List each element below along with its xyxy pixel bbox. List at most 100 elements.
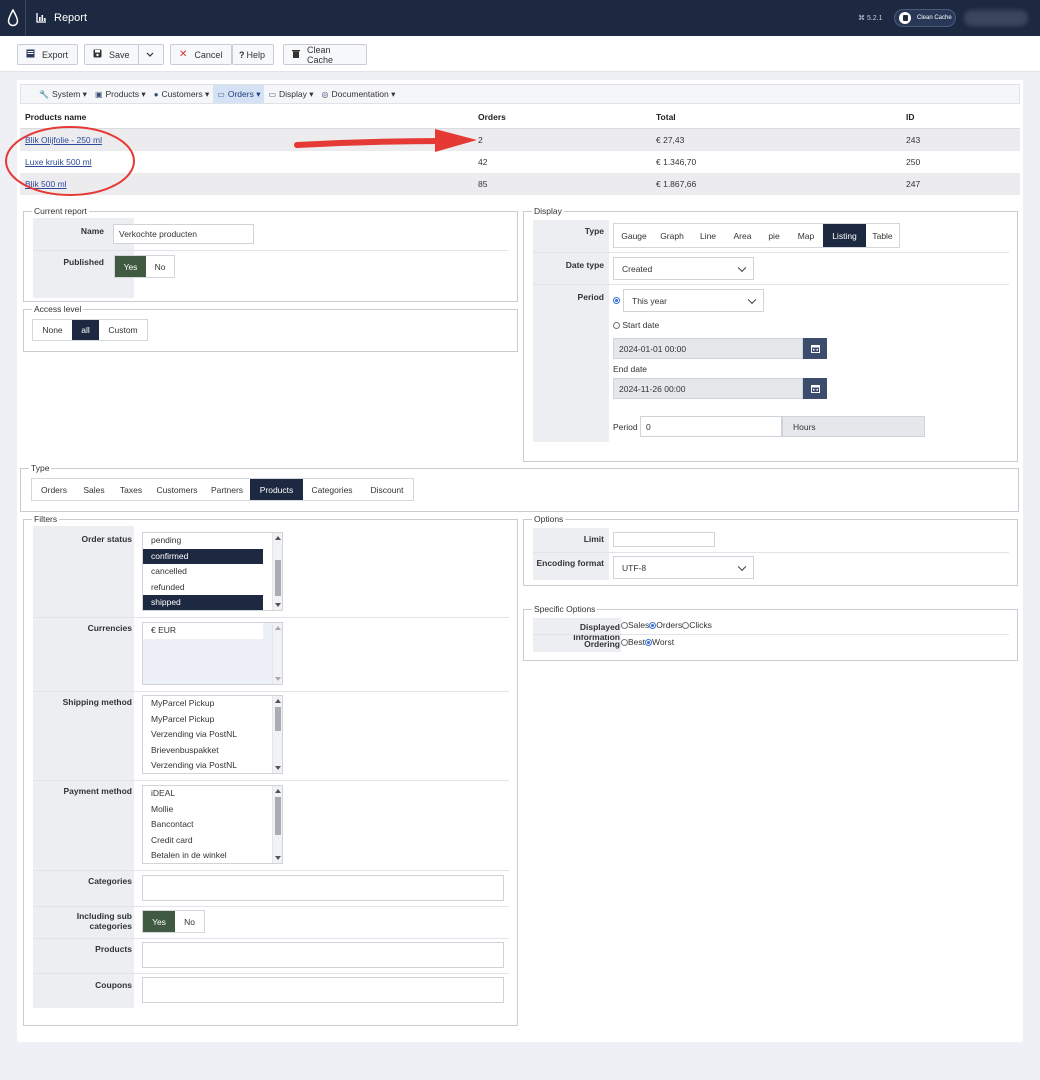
- subcat-no[interactable]: No: [175, 911, 204, 932]
- menu-customers[interactable]: ● Customers ▾: [150, 85, 214, 103]
- coupons-input[interactable]: [142, 977, 504, 1003]
- end-date-input[interactable]: 2024-11-26 00:00: [613, 378, 803, 399]
- save-dropdown-chevron-icon[interactable]: [137, 45, 162, 64]
- list-item[interactable]: cancelled: [143, 564, 263, 580]
- access-custom[interactable]: Custom: [99, 320, 147, 340]
- display-type-listing[interactable]: Listing: [823, 224, 866, 247]
- monitor-icon: ▭: [268, 89, 277, 99]
- products-input[interactable]: [142, 942, 504, 968]
- menu-products[interactable]: ▣ Products ▾: [91, 85, 150, 103]
- limit-input[interactable]: [613, 532, 715, 547]
- toolbar: Export Save ✕ Cancel ? Help Clean Cache: [0, 36, 1040, 72]
- list-item[interactable]: shipped: [143, 595, 263, 610]
- currencies-list[interactable]: € EUR: [142, 622, 283, 685]
- type-categories[interactable]: Categories: [303, 479, 361, 500]
- period-value-input[interactable]: 0: [640, 416, 782, 437]
- list-item[interactable]: Betalen in de winkel: [143, 848, 263, 863]
- report-name-input[interactable]: Verkochte producten: [113, 224, 254, 244]
- list-item[interactable]: Verzending via PostNL: [143, 727, 263, 743]
- scrollbar[interactable]: [272, 786, 282, 863]
- help-button[interactable]: ? Help: [232, 44, 274, 65]
- clean-cache-button[interactable]: Clean Cache: [283, 44, 367, 65]
- list-item[interactable]: MyParcel Pickup: [143, 712, 263, 728]
- encoding-select[interactable]: UTF-8: [613, 556, 754, 579]
- menu-documentation[interactable]: ◎ Documentation ▾: [318, 85, 400, 103]
- type-partners[interactable]: Partners: [204, 479, 250, 500]
- access-all[interactable]: all: [72, 320, 99, 340]
- end-date-calendar-button[interactable]: [803, 378, 827, 399]
- product-link[interactable]: Blik 500 ml: [25, 179, 67, 189]
- chevron-down-icon: [747, 295, 757, 304]
- question-icon: ?: [239, 49, 245, 60]
- include-subcategories-toggle: Yes No: [142, 910, 205, 933]
- cancel-button[interactable]: ✕ Cancel: [170, 44, 232, 65]
- list-item[interactable]: Credit card: [143, 833, 263, 849]
- list-item[interactable]: € EUR: [143, 623, 263, 639]
- report-panel: 🔧 System ▾ ▣ Products ▾ ● Customers ▾ ▭ Orde…: [5, 80, 1023, 1042]
- display-type-map[interactable]: Map: [789, 224, 823, 247]
- type-orders[interactable]: Orders: [32, 479, 76, 500]
- displayed-information-radios: Sales Orders Clicks: [621, 620, 712, 630]
- display-type-graph[interactable]: Graph: [654, 224, 690, 247]
- menu-orders[interactable]: ▭ Orders ▾: [213, 85, 265, 103]
- display-type-pie[interactable]: pie: [759, 224, 789, 247]
- ordering-worst-radio[interactable]: [645, 639, 653, 647]
- type-taxes[interactable]: Taxes: [112, 479, 150, 500]
- type-products[interactable]: Products: [250, 479, 303, 500]
- end-date-label: End date: [613, 364, 648, 374]
- displayed-sales-radio[interactable]: [621, 622, 628, 630]
- access-none[interactable]: None: [33, 320, 72, 340]
- display-type-table[interactable]: Table: [866, 224, 899, 247]
- date-type-select[interactable]: Created: [613, 257, 754, 280]
- period-radio[interactable]: [613, 295, 620, 305]
- scrollbar[interactable]: [272, 533, 282, 610]
- start-date-calendar-button[interactable]: [803, 338, 827, 359]
- type-customers[interactable]: Customers: [150, 479, 204, 500]
- top-bar: Report ⌘ 5.2.1 Clean Cache: [0, 0, 1040, 36]
- menu-system[interactable]: 🔧 System ▾: [35, 85, 91, 103]
- export-button[interactable]: Export: [17, 44, 78, 65]
- start-date-radio[interactable]: Start date: [613, 320, 659, 330]
- payment-method-list[interactable]: iDEAL Mollie Bancontact Credit card Beta…: [142, 785, 283, 864]
- list-item[interactable]: Mollie: [143, 802, 263, 818]
- list-item[interactable]: Verzending via PostNL: [143, 758, 263, 773]
- product-link[interactable]: Blik Olijfolie - 250 ml: [25, 135, 102, 145]
- product-link[interactable]: Luxe kruik 500 ml: [25, 157, 92, 167]
- subcat-yes[interactable]: Yes: [143, 911, 175, 932]
- display-type-toggle: Gauge Graph Line Area pie Map Listing Ta…: [613, 223, 900, 248]
- list-item[interactable]: Bancontact: [143, 817, 263, 833]
- published-no[interactable]: No: [146, 256, 174, 277]
- order-status-list[interactable]: pending confirmed cancelled refunded shi…: [142, 532, 283, 611]
- scrollbar[interactable]: [272, 623, 282, 684]
- list-item[interactable]: refunded: [143, 580, 263, 596]
- user-icon: ●: [153, 89, 159, 99]
- categories-input[interactable]: [142, 875, 504, 901]
- display-type-area[interactable]: Area: [726, 224, 759, 247]
- list-item[interactable]: pending: [143, 533, 263, 549]
- close-icon: ✕: [179, 49, 188, 60]
- list-item[interactable]: Brievenbuspakket: [143, 743, 263, 759]
- period-select[interactable]: This year: [623, 289, 764, 312]
- save-button[interactable]: Save: [84, 44, 164, 65]
- display-type-line[interactable]: Line: [690, 224, 726, 247]
- scrollbar[interactable]: [272, 696, 282, 773]
- app-logo[interactable]: [0, 0, 26, 36]
- table-row: Luxe kruik 500 ml 42 € 1.346,70 250: [25, 157, 921, 167]
- col-header-total: Total: [656, 112, 676, 122]
- list-item[interactable]: iDEAL: [143, 786, 263, 802]
- menu-display[interactable]: ▭ Display ▾: [264, 85, 317, 103]
- shipping-method-list[interactable]: MyParcel Pickup MyParcel Pickup Verzendi…: [142, 695, 283, 774]
- published-yes[interactable]: Yes: [115, 256, 146, 277]
- header-clean-cache-button[interactable]: Clean Cache: [894, 9, 956, 27]
- menu-bar: 🔧 System ▾ ▣ Products ▾ ● Customers ▾ ▭ Orde…: [20, 84, 1020, 104]
- drop-logo-icon: [7, 9, 18, 27]
- period-unit-select[interactable]: Hours: [782, 416, 925, 437]
- list-item[interactable]: confirmed: [143, 548, 263, 564]
- list-item[interactable]: MyParcel Pickup: [143, 696, 263, 712]
- user-menu[interactable]: [964, 10, 1028, 26]
- start-date-input[interactable]: 2024-01-01 00:00: [613, 338, 803, 359]
- type-discount[interactable]: Discount: [361, 479, 413, 500]
- type-sales[interactable]: Sales: [76, 479, 112, 500]
- display-type-gauge[interactable]: Gauge: [614, 224, 654, 247]
- ordering-best-radio[interactable]: [621, 639, 628, 647]
